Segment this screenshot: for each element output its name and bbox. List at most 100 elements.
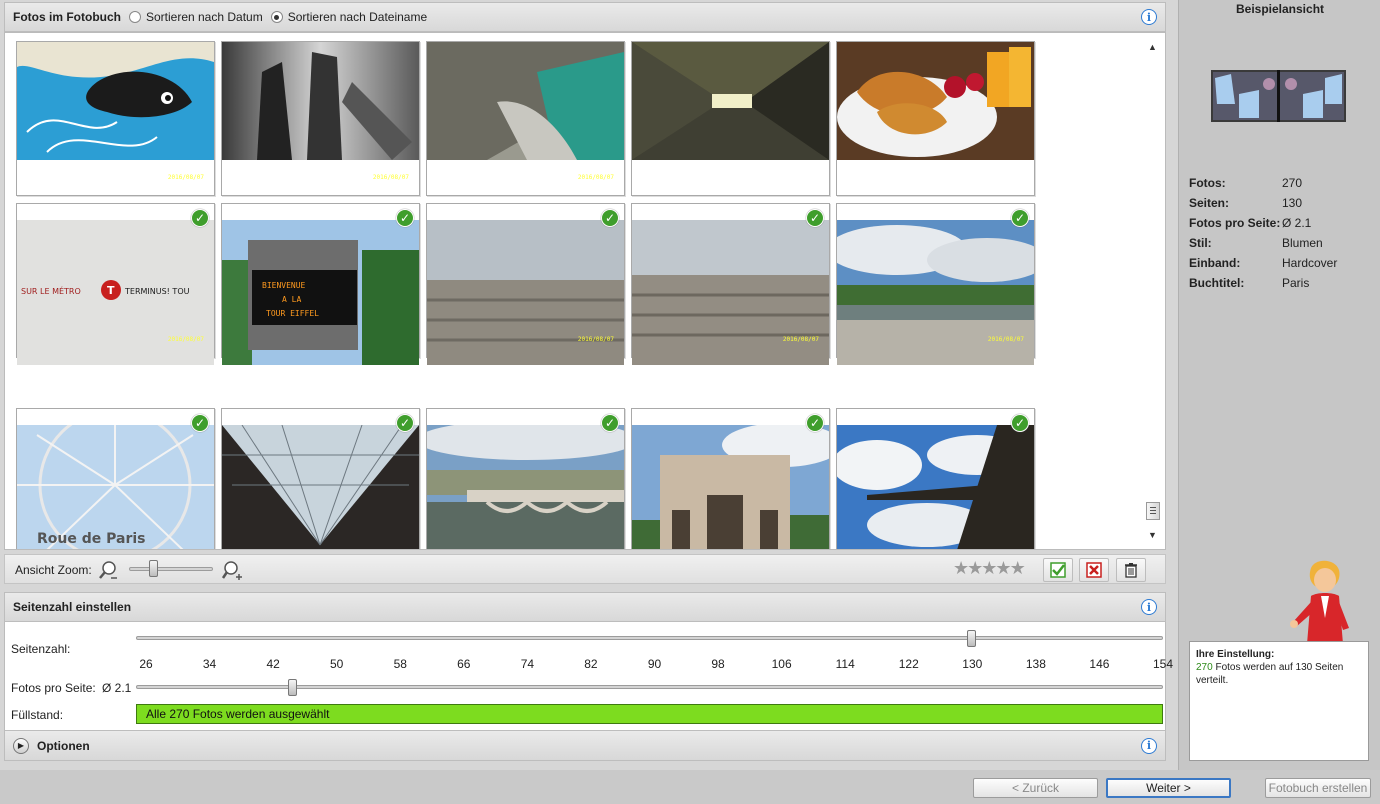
photo-date: 2016/08/07 xyxy=(577,174,614,181)
settings-hint-box: Ihre Einstellung: 270 Fotos werden auf 1… xyxy=(1189,641,1369,761)
photo-thumbnail xyxy=(632,425,829,549)
select-all-button[interactable] xyxy=(1043,558,1073,582)
star-icon[interactable]: ★ xyxy=(953,558,969,578)
selected-check-icon[interactable]: ✓ xyxy=(396,414,414,432)
info-icon[interactable]: i xyxy=(1141,737,1157,754)
photo-tile[interactable]: SUR LE MÉTRO T TERMINUS! TOU 2016/08/07 … xyxy=(16,203,215,365)
selected-check-icon[interactable]: ✓ xyxy=(191,414,209,432)
photo-tile[interactable]: 2016/08/07 ✓ xyxy=(836,203,1035,365)
photo-thumbnail xyxy=(427,425,624,549)
sort-by-date-label[interactable]: Sortieren nach Datum xyxy=(146,10,263,24)
photo-date: 2016/08/07 xyxy=(167,174,204,181)
photo-tile[interactable]: 2016/08/07 ✓ xyxy=(426,203,625,365)
options-row[interactable]: ▶ Optionen i xyxy=(4,730,1166,761)
grid-scrollbar[interactable]: ▲ ▼ xyxy=(1145,40,1162,544)
photo-thumbnail xyxy=(427,42,624,160)
photo-tile[interactable]: Roue de Paris ✓ xyxy=(16,408,215,549)
back-button[interactable]: < Zurück xyxy=(973,778,1098,798)
tick-label: 34 xyxy=(202,657,217,671)
stat-label: Buchtitel: xyxy=(1189,276,1245,290)
fotos-pro-seite-slider-thumb[interactable] xyxy=(288,679,298,696)
selected-check-icon[interactable]: ✓ xyxy=(601,209,619,227)
main-panel: Fotos im Fotobuch Sortieren nach Datum S… xyxy=(0,0,1178,770)
options-label[interactable]: Optionen xyxy=(37,739,90,753)
stat-value: Ø 2.1 xyxy=(1282,216,1312,230)
photo-thumbnail xyxy=(632,220,829,365)
stat-value: Hardcover xyxy=(1282,256,1338,270)
photo-tile[interactable]: ✓ xyxy=(221,408,420,549)
expand-arrow-icon[interactable]: ▶ xyxy=(13,737,29,754)
selected-check-icon[interactable]: ✓ xyxy=(806,414,824,432)
sort-by-date-radio[interactable] xyxy=(128,11,141,23)
create-photobook-button[interactable]: Fotobuch erstellen xyxy=(1265,778,1371,798)
zoom-out-icon[interactable] xyxy=(97,559,119,581)
star-icon[interactable]: ★ xyxy=(967,558,983,578)
photo-tile[interactable]: ✓ xyxy=(631,408,830,549)
book-preview xyxy=(1211,70,1346,122)
photo-grid: 2016/08/07 2016/08/07 2016/08/07 SUR LE … xyxy=(4,32,1166,550)
photo-tile[interactable]: 2016/08/07 xyxy=(16,41,215,196)
trash-icon xyxy=(1125,563,1137,578)
star-icon[interactable]: ★ xyxy=(981,558,997,578)
deselect-all-button[interactable] xyxy=(1079,558,1109,582)
sort-by-filename-radio[interactable] xyxy=(270,11,283,23)
photo-date: 2016/08/07 xyxy=(577,336,614,343)
photo-thumbnail xyxy=(427,220,624,365)
photo-tile[interactable]: BIENVENUE A LA TOUR EIFFEL ✓ xyxy=(221,203,420,365)
stat-row: Einband: Hardcover xyxy=(1189,256,1337,270)
pages-panel-body: Seitenzahl: 26 34 42 50 58 66 74 82 90 98 106 114 12… xyxy=(4,622,1173,730)
pages-panel-header: Seitenzahl einstellen i xyxy=(4,592,1166,622)
photo-tile[interactable]: 2016/08/07 xyxy=(426,41,625,196)
next-button[interactable]: Weiter > xyxy=(1106,778,1231,798)
preview-title: Beispielansicht xyxy=(1235,2,1325,16)
selected-check-icon[interactable]: ✓ xyxy=(806,209,824,227)
fill-progress-bar: Alle 270 Fotos werden ausgewählt xyxy=(136,704,1163,724)
info-icon[interactable]: i xyxy=(1141,599,1157,615)
stat-row: Stil: Blumen xyxy=(1189,236,1323,250)
photo-tile[interactable]: 2016/08/07 xyxy=(221,41,420,196)
selected-check-icon[interactable]: ✓ xyxy=(601,414,619,432)
zoom-in-icon[interactable] xyxy=(221,559,245,581)
selected-check-icon[interactable]: ✓ xyxy=(191,209,209,227)
svg-text:TOUR EIFFEL: TOUR EIFFEL xyxy=(266,309,319,318)
stat-row: Buchtitel: Paris xyxy=(1189,276,1309,290)
star-icon[interactable]: ★ xyxy=(995,558,1011,578)
photo-thumbnail: SUR LE MÉTRO T TERMINUS! TOU xyxy=(17,220,214,365)
selected-check-icon[interactable]: ✓ xyxy=(1011,209,1029,227)
fill-label: Füllstand: xyxy=(11,708,64,722)
scroll-thumb[interactable] xyxy=(1146,502,1160,520)
hint-body: Fotos werden auf 130 Seiten verteilt. xyxy=(1196,662,1344,686)
tick-label: 42 xyxy=(266,657,280,671)
pages-slider-thumb[interactable] xyxy=(967,630,977,647)
scroll-up-arrow-icon[interactable]: ▲ xyxy=(1148,42,1157,52)
zoom-slider-track[interactable] xyxy=(129,567,213,571)
tick-label: 82 xyxy=(584,657,598,671)
photo-tile[interactable] xyxy=(631,41,830,196)
svg-text:Roue de Paris: Roue de Paris xyxy=(37,531,146,547)
stat-label: Einband: xyxy=(1189,256,1241,270)
right-panel: Beispielansicht Fotos: 270 Seiten: 130 Fotos… xyxy=(1178,0,1380,770)
sort-by-filename-label[interactable]: Sortieren nach Dateiname xyxy=(288,10,427,24)
zoom-slider-thumb[interactable] xyxy=(149,560,159,577)
pages-slider-track[interactable] xyxy=(136,636,1163,640)
selected-check-icon[interactable]: ✓ xyxy=(396,209,414,227)
photo-tile[interactable]: ✓ xyxy=(836,408,1035,549)
selected-check-icon[interactable]: ✓ xyxy=(1011,414,1029,432)
photo-tile[interactable]: ✓ xyxy=(426,408,625,549)
star-icon[interactable]: ★ xyxy=(1010,558,1026,578)
scroll-down-arrow-icon[interactable]: ▼ xyxy=(1148,530,1157,540)
rating-stars[interactable]: ★★★★★ xyxy=(953,558,1026,579)
photo-date: 2016/08/07 xyxy=(372,174,409,181)
stat-value: 270 xyxy=(1282,176,1303,190)
photo-thumbnail xyxy=(837,42,1034,160)
tick-label: 50 xyxy=(330,657,344,671)
photo-tile[interactable]: 2016/08/07 ✓ xyxy=(631,203,830,365)
delete-button[interactable] xyxy=(1116,558,1146,582)
stat-row: Seiten: 130 xyxy=(1189,196,1302,210)
photo-tile[interactable] xyxy=(836,41,1035,196)
info-icon[interactable]: i xyxy=(1141,9,1157,25)
pages-label: Seitenzahl: xyxy=(11,642,71,656)
svg-text:BIENVENUE: BIENVENUE xyxy=(262,281,306,290)
photo-thumbnail xyxy=(222,425,419,549)
hint-title: Ihre Einstellung: xyxy=(1196,649,1275,660)
